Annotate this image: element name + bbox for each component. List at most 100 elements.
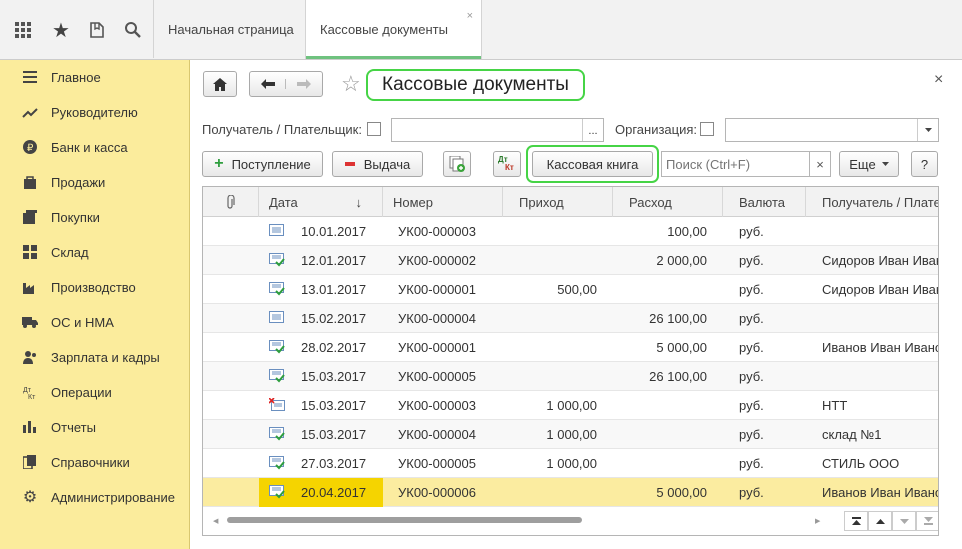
history-icon[interactable]	[80, 0, 114, 60]
cell-expense: 5 000,00	[656, 340, 707, 355]
cell-number: УК00-000003	[398, 398, 476, 413]
column-currency[interactable]: Валюта	[723, 187, 806, 217]
column-recipient[interactable]: Получатель / Плате	[806, 187, 938, 217]
horizontal-scrollbar[interactable]: ◀ ▶	[203, 509, 938, 535]
sidebar-item-operations[interactable]: Дт Кт Операции	[0, 375, 190, 409]
sidebar-item-sales[interactable]: Продажи	[0, 165, 190, 199]
sort-down-icon: ↓	[355, 194, 363, 210]
table-row[interactable]: 27.03.2017 УК00-000005 1 000,00 руб. СТИЛЬ О…	[203, 449, 938, 478]
books-icon	[21, 453, 39, 471]
first-row-icon[interactable]	[844, 511, 868, 531]
clear-search-icon[interactable]: ×	[809, 151, 831, 177]
table-row[interactable]: 12.01.2017 УК00-000002 2 000,00 руб. Сидоров…	[203, 246, 939, 275]
issue-button[interactable]: Выдача	[332, 151, 423, 177]
cell-expense: 100,00	[667, 224, 707, 239]
recipient-select-button[interactable]: ...	[582, 119, 603, 141]
sidebar-item-salary[interactable]: Зарплата и кадры	[0, 340, 190, 374]
issue-button-label: Выдача	[363, 156, 411, 172]
home-button[interactable]	[203, 71, 237, 97]
cell-expense	[613, 449, 707, 478]
recipient-field[interactable]: ...	[391, 118, 604, 142]
search-input[interactable]	[661, 151, 810, 177]
bar-chart-icon	[21, 418, 39, 436]
next-row-icon[interactable]	[892, 511, 916, 531]
column-income[interactable]: Приход	[503, 187, 613, 217]
chevron-down-icon[interactable]	[917, 119, 938, 141]
attachment-icon[interactable]	[203, 187, 259, 217]
sidebar-item-fixed-assets[interactable]: ОС и НМА	[0, 305, 190, 339]
table-row[interactable]: 28.02.2017 УК00-000001 5 000,00 руб. Иванов …	[203, 333, 938, 362]
column-expense[interactable]: Расход	[613, 187, 723, 217]
cell-currency: руб.	[739, 224, 764, 239]
recipient-checkbox[interactable]	[367, 122, 381, 136]
sidebar-item-label: Производство	[51, 279, 136, 295]
sidebar-item-bank[interactable]: ₽ Банк и касса	[0, 130, 190, 164]
favorites-star-icon[interactable]: ★	[44, 0, 78, 60]
cashbook-button[interactable]: Кассовая книга	[532, 151, 653, 177]
cell-currency: руб.	[739, 456, 764, 471]
sidebar-item-reports[interactable]: Отчеты	[0, 410, 190, 444]
dt-kt-button[interactable]: Дт Кт	[493, 151, 521, 177]
receipt-button[interactable]: + Поступление	[202, 151, 323, 177]
table-row[interactable]: 15.02.2017 УК00-000004 26 100,00 руб.	[203, 304, 938, 333]
table-row[interactable]: 15.03.2017 УК00-000004 1 000,00 руб. склад №…	[203, 420, 938, 449]
svg-text:Дт: Дт	[23, 387, 32, 394]
forward-arrow-icon[interactable]	[286, 79, 322, 89]
sidebar-item-production[interactable]: Производство	[0, 270, 190, 304]
document-posted-icon	[269, 253, 285, 267]
tab-home[interactable]: Начальная страница	[153, 0, 308, 58]
sidebar-item-administration[interactable]: ⚙ Администрирование	[0, 480, 190, 514]
copy-document-button[interactable]	[443, 151, 471, 177]
cell-number: УК00-000001	[398, 282, 476, 297]
previous-row-icon[interactable]	[868, 511, 892, 531]
table-row[interactable]: 15.03.2017 УК00-000003 1 000,00 руб. НТТ	[203, 391, 938, 420]
table-row[interactable]: 15.03.2017 УК00-000005 26 100,00 руб.	[203, 362, 938, 391]
sidebar-item-label: Склад	[51, 244, 89, 260]
table-row[interactable]: 10.01.2017 УК00-000003 100,00 руб.	[203, 217, 938, 246]
organization-checkbox[interactable]	[700, 122, 714, 136]
column-number[interactable]: Номер	[383, 187, 503, 217]
sidebar-item-purchases[interactable]: Покупки	[0, 200, 190, 234]
form-close-icon[interactable]: ×	[934, 71, 943, 89]
cell-date: 20.04.2017	[301, 485, 367, 500]
coin-icon: ₽	[21, 138, 39, 156]
search-icon[interactable]	[116, 0, 150, 60]
minus-icon	[344, 162, 355, 166]
table-row-selected[interactable]: 20.04.2017 УК00-000006 5 000,00 руб. Иванов …	[203, 478, 938, 507]
table-row[interactable]: 13.01.2017 УК00-000001 500,00 руб. Сидоров И…	[203, 275, 939, 304]
back-arrow-icon[interactable]	[250, 79, 287, 89]
tab-cash-documents[interactable]: Кассовые документы ×	[305, 0, 482, 59]
apps-grid-icon[interactable]	[6, 0, 40, 60]
cell-number: УК00-000004	[398, 427, 476, 442]
cell-expense: 26 100,00	[649, 311, 707, 326]
dt-kt-icon: Дт Кт	[498, 155, 514, 172]
plus-icon: +	[214, 155, 224, 172]
scroll-thumb[interactable]	[227, 517, 582, 523]
more-button[interactable]: Еще	[839, 151, 899, 177]
help-button[interactable]: ?	[911, 151, 938, 177]
scroll-right-icon[interactable]: ▶	[815, 517, 820, 525]
table-header: Дата ↓ Номер Приход Расход Валюта Получат…	[203, 187, 938, 217]
cell-income	[503, 304, 597, 333]
favorite-star-icon[interactable]: ☆	[341, 71, 361, 97]
organization-field[interactable]	[725, 118, 939, 142]
document-posted-icon	[269, 340, 285, 354]
cell-expense: 5 000,00	[656, 485, 707, 500]
cashbook-button-label: Кассовая книга	[546, 156, 639, 172]
sidebar-item-warehouse[interactable]: Склад	[0, 235, 190, 269]
sidebar-item-main[interactable]: Главное	[0, 60, 190, 94]
cell-recipient: склад №1	[822, 427, 882, 442]
cell-date: 10.01.2017	[301, 224, 367, 239]
cell-recipient: Сидоров Иван Иван	[822, 253, 939, 268]
column-date[interactable]: Дата ↓	[259, 187, 383, 217]
factory-icon	[21, 278, 39, 296]
scroll-left-icon[interactable]: ◀	[213, 517, 218, 525]
copy-add-icon	[449, 156, 465, 172]
tab-close-icon[interactable]: ×	[467, 10, 473, 22]
cell-recipient: Сидоров Иван Иван	[822, 282, 939, 297]
sidebar-item-directories[interactable]: Справочники	[0, 445, 190, 479]
sidebar-item-management[interactable]: Руководителю	[0, 95, 190, 129]
cell-number: УК00-000002	[398, 253, 476, 268]
last-row-icon[interactable]	[916, 511, 938, 531]
warehouse-icon	[21, 243, 39, 261]
